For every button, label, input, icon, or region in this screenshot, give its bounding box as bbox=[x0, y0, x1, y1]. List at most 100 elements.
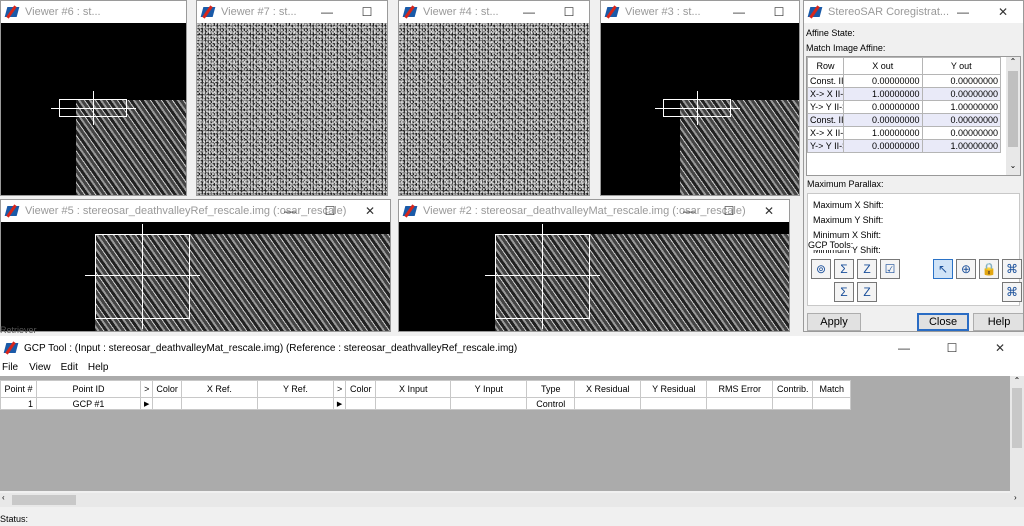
minimize-icon[interactable]: — bbox=[307, 1, 347, 23]
cell-ref-color[interactable] bbox=[152, 397, 182, 410]
stereosar-coregistration-window[interactable]: StereoSAR Coregistrat... — ✕ Affine State… bbox=[803, 0, 1024, 332]
minimize-icon[interactable]: — bbox=[719, 1, 759, 23]
tool-sigma-icon[interactable]: Σ bbox=[834, 259, 854, 279]
col-x-ref[interactable]: X Ref. bbox=[180, 380, 258, 398]
viewer-7-titlebar[interactable]: Viewer #7 : st... — ☐ bbox=[197, 1, 387, 23]
viewer-7-canvas[interactable] bbox=[197, 23, 387, 195]
affine-cell-x[interactable]: 1.00000000 bbox=[843, 87, 923, 101]
close-icon[interactable]: ✕ bbox=[749, 200, 789, 222]
affine-row[interactable]: Const. II->00.000000000.00000000 bbox=[807, 74, 1001, 88]
col-x-out[interactable]: X out bbox=[843, 57, 923, 75]
cell-y-ref[interactable] bbox=[256, 397, 334, 410]
cell-y-residual[interactable] bbox=[640, 397, 708, 410]
viewer-3-titlebar[interactable]: Viewer #3 : st... — ☐ bbox=[601, 1, 799, 23]
affine-row[interactable]: Const. II->00.000000000.00000000 bbox=[807, 113, 1001, 127]
viewer-5-titlebar[interactable]: Viewer #5 : stereosar_deathvalleyRef_res… bbox=[1, 200, 390, 222]
vertical-scrollbar[interactable]: ⌃ bbox=[1010, 376, 1024, 494]
tool-sigma-z-icon[interactable]: Σ bbox=[834, 282, 854, 302]
affine-cell-x[interactable]: 0.00000000 bbox=[843, 74, 923, 88]
cell-contrib[interactable] bbox=[772, 397, 814, 410]
affine-cell-row[interactable]: Y-> Y II->0 bbox=[807, 139, 844, 153]
tool-select-arrow-icon[interactable]: ↖ bbox=[933, 259, 953, 279]
viewer-3-window[interactable]: Viewer #3 : st... — ☐ bbox=[600, 0, 800, 196]
tool-check-icon[interactable]: ☑ bbox=[880, 259, 900, 279]
affine-cell-y[interactable]: 1.00000000 bbox=[921, 139, 1001, 153]
cell-point-num[interactable]: 1 bbox=[0, 397, 37, 410]
viewer-4-titlebar[interactable]: Viewer #4 : st... — ☐ bbox=[399, 1, 589, 23]
cell-match[interactable] bbox=[812, 397, 852, 410]
col-contrib[interactable]: Contrib. bbox=[772, 380, 814, 398]
viewer-2-canvas[interactable] bbox=[399, 222, 789, 331]
affine-cell-x[interactable]: 1.00000000 bbox=[843, 126, 923, 140]
apply-button[interactable]: Apply bbox=[807, 313, 861, 331]
affine-cell-row[interactable]: X-> X II->0 bbox=[807, 126, 844, 140]
maximize-icon[interactable]: ☐ bbox=[347, 1, 387, 23]
menu-help[interactable]: Help bbox=[84, 360, 115, 376]
gcp-tool-window[interactable]: GCP Tool : (Input : stereosar_deathvalle… bbox=[0, 336, 1024, 526]
maximize-icon[interactable]: ☐ bbox=[928, 336, 976, 360]
minimize-icon[interactable]: — bbox=[669, 200, 709, 222]
affine-row[interactable]: Y-> Y II->00.000000001.00000000 bbox=[807, 139, 1001, 153]
viewer-5-canvas[interactable] bbox=[1, 222, 390, 331]
cell-y-input[interactable] bbox=[450, 397, 528, 410]
cell-input-arrow[interactable]: ▶ bbox=[332, 397, 347, 410]
affine-cell-y[interactable]: 1.00000000 bbox=[921, 100, 1001, 114]
col-y-ref[interactable]: Y Ref. bbox=[256, 380, 334, 398]
viewer-5-window[interactable]: Viewer #5 : stereosar_deathvalleyRef_res… bbox=[0, 199, 391, 332]
scroll-down-icon[interactable]: ⌄ bbox=[1006, 161, 1020, 175]
col-input-color[interactable]: Color bbox=[345, 380, 377, 398]
col-y-out[interactable]: Y out bbox=[921, 57, 1001, 75]
cell-rms-error[interactable] bbox=[706, 397, 774, 410]
tool-z-icon[interactable]: Z bbox=[857, 259, 877, 279]
col-row[interactable]: Row bbox=[807, 57, 844, 75]
menu-file[interactable]: File bbox=[0, 360, 21, 376]
affine-cell-x[interactable]: 0.00000000 bbox=[843, 139, 923, 153]
minimize-icon[interactable]: — bbox=[509, 1, 549, 23]
scroll-up-icon[interactable]: ⌃ bbox=[1010, 376, 1024, 388]
help-button[interactable]: Help bbox=[973, 313, 1023, 331]
affine-cell-row[interactable]: Y-> Y II->0 bbox=[807, 100, 844, 114]
col-match[interactable]: Match bbox=[812, 380, 852, 398]
cell-ref-arrow[interactable]: ▶ bbox=[139, 397, 154, 410]
affine-cell-y[interactable]: 0.00000000 bbox=[921, 87, 1001, 101]
maximize-icon[interactable]: ☐ bbox=[549, 1, 589, 23]
col-x-residual[interactable]: X Residual bbox=[574, 380, 642, 398]
viewer-4-window[interactable]: Viewer #4 : st... — ☐ bbox=[398, 0, 590, 196]
close-icon[interactable]: ✕ bbox=[976, 336, 1024, 360]
maximize-icon[interactable]: ☐ bbox=[709, 200, 749, 222]
scroll-thumb[interactable] bbox=[1012, 388, 1022, 448]
cell-point-id[interactable]: GCP #1 bbox=[36, 397, 141, 410]
col-point-id[interactable]: Point ID bbox=[36, 380, 141, 398]
cell-x-ref[interactable] bbox=[180, 397, 258, 410]
close-icon[interactable]: ✕ bbox=[350, 200, 390, 222]
affine-cell-y[interactable]: 0.00000000 bbox=[921, 74, 1001, 88]
affine-row[interactable]: Y-> Y II->00.000000001.00000000 bbox=[807, 100, 1001, 114]
tool-zoom-icon[interactable]: ⊚ bbox=[811, 259, 831, 279]
col-x-input[interactable]: X Input bbox=[375, 380, 452, 398]
col-ref-arrow[interactable]: > bbox=[139, 380, 154, 398]
affine-scrollbar[interactable]: ⌃ ⌄ bbox=[1006, 57, 1020, 175]
minimize-icon[interactable]: — bbox=[270, 200, 310, 222]
affine-row[interactable]: X-> X II->01.000000000.00000000 bbox=[807, 87, 1001, 101]
viewer-6-window[interactable]: Viewer #6 : st... bbox=[0, 0, 187, 196]
col-point-num[interactable]: Point # bbox=[0, 380, 37, 398]
cell-type[interactable]: Control bbox=[526, 397, 576, 410]
maximize-icon[interactable]: ☐ bbox=[310, 200, 350, 222]
cell-x-input[interactable] bbox=[375, 397, 452, 410]
tool-binoculars-add-icon[interactable]: ⌘ bbox=[1002, 282, 1022, 302]
col-input-arrow[interactable]: > bbox=[332, 380, 347, 398]
scroll-left-icon[interactable]: ‹ bbox=[2, 493, 5, 502]
horizontal-scrollbar[interactable]: ‹ › bbox=[0, 493, 1024, 507]
affine-cell-row[interactable]: Const. II->0 bbox=[807, 113, 844, 127]
viewer-2-window[interactable]: Viewer #2 : stereosar_deathvalleyMat_res… bbox=[398, 199, 790, 332]
menu-view[interactable]: View bbox=[21, 360, 57, 376]
viewer-2-titlebar[interactable]: Viewer #2 : stereosar_deathvalleyMat_res… bbox=[399, 200, 789, 222]
viewer-4-canvas[interactable] bbox=[399, 23, 589, 195]
tool-crosshair-icon[interactable]: ⊕ bbox=[956, 259, 976, 279]
col-y-residual[interactable]: Y Residual bbox=[640, 380, 708, 398]
tool-lock-icon[interactable]: 🔒 bbox=[979, 259, 999, 279]
affine-cell-y[interactable]: 0.00000000 bbox=[921, 126, 1001, 140]
maximize-icon[interactable]: ☐ bbox=[759, 1, 799, 23]
scroll-thumb-h[interactable] bbox=[12, 495, 76, 505]
tool-z-sigma-icon[interactable]: Z bbox=[857, 282, 877, 302]
